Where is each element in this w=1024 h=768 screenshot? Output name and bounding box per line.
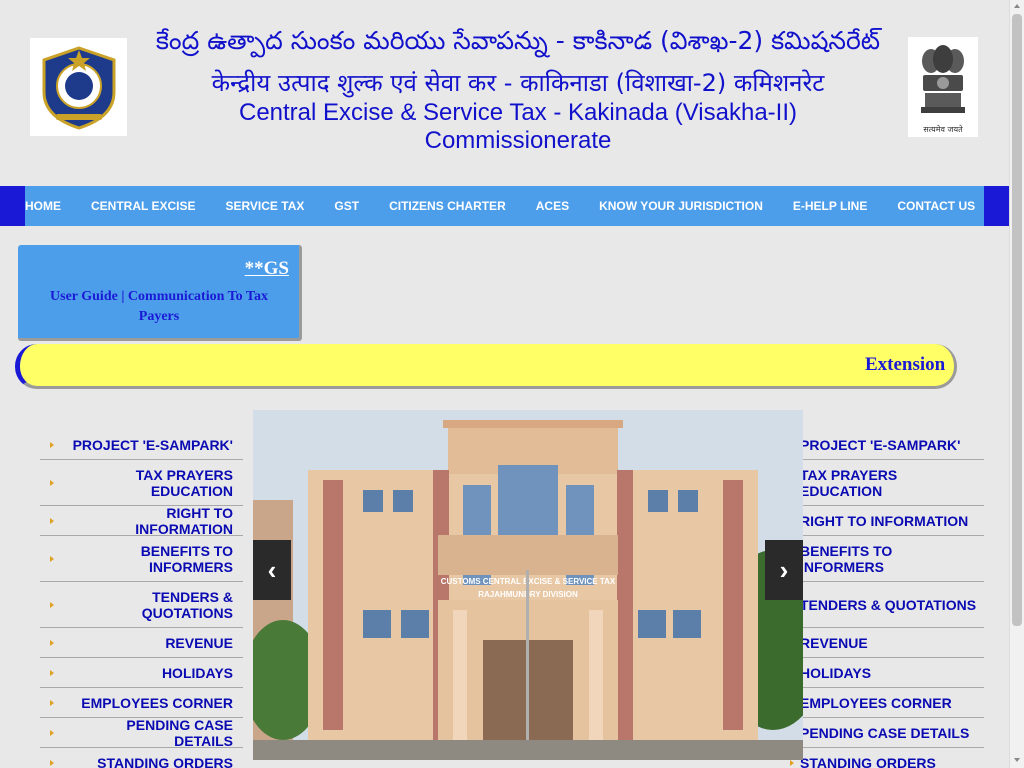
menu-right-item[interactable]: TAX PRAYERS EDUCATION [790, 460, 984, 506]
menu-item-label: TENDERS & QUOTATIONS [141, 588, 233, 621]
menu-right-item[interactable]: STANDING ORDERS [790, 748, 984, 768]
marquee-clip: Extension of [20, 344, 948, 386]
triangle-bullet-icon [50, 441, 54, 448]
nav-bar: HOME CENTRAL EXCISE SERVICE TAX GST CITI… [25, 186, 984, 226]
menu-right-item[interactable]: RIGHT TO INFORMATION [790, 506, 984, 536]
menu-item-label: RIGHT TO INFORMATION [135, 504, 233, 537]
nav-citizens-charter[interactable]: CITIZENS CHARTER [389, 199, 506, 213]
scrollbar-thumb[interactable] [1012, 14, 1022, 626]
user-guide-link[interactable]: User Guide [50, 289, 118, 304]
menu-right-item[interactable]: BENEFITS TO INFORMERS [790, 536, 984, 582]
menu-item-label: HOLIDAYS [800, 664, 872, 681]
menu-right-item[interactable]: PENDING CASE DETAILS [790, 718, 984, 748]
menu-left-item[interactable]: TENDERS & QUOTATIONS [40, 582, 243, 628]
chevron-right-icon: › [779, 554, 789, 585]
carousel-next-button[interactable]: › [765, 540, 803, 600]
menu-item-label: EMPLOYEES CORNER [800, 694, 952, 711]
triangle-bullet-icon [50, 639, 54, 646]
left-menu: PROJECT 'E-SAMPARK' TAX PRAYERS EDUCATIO… [40, 430, 243, 768]
link-separator: | [117, 289, 128, 304]
triangle-bullet-icon [50, 479, 54, 486]
site-header: కేంద్ర ఉత్పాద సుంకం మరియు సేవాపన్ను - కా… [0, 0, 1009, 186]
page-scrollbar[interactable] [1009, 0, 1024, 768]
gst-heading-link[interactable]: **GS [245, 258, 289, 280]
nav-e-help-line[interactable]: E-HELP LINE [793, 199, 867, 213]
menu-item-label: BENEFITS TO INFORMERS [800, 542, 893, 575]
menu-item-label: PENDING CASE DETAILS [800, 724, 970, 741]
nav-aces[interactable]: ACES [536, 199, 569, 213]
title-hindi: केन्द्रीय उत्पाद शुल्क एवं सेवा कर - काक… [211, 69, 825, 97]
communication-link[interactable]: Communication To Tax [128, 289, 268, 304]
news-marquee: Extension of [15, 344, 957, 389]
marquee-text[interactable]: Extension of [865, 354, 948, 376]
title-english-line1: Central Excise & Service Tax - Kakinada … [238, 99, 797, 126]
menu-item-label: HOLIDAYS [161, 664, 233, 681]
menu-item-label: RIGHT TO INFORMATION [800, 512, 969, 529]
menu-left-item[interactable]: HOLIDAYS [40, 658, 243, 688]
menu-left-item[interactable]: PENDING CASE DETAILS [40, 716, 243, 749]
triangle-bullet-icon [50, 729, 54, 736]
menu-item-label: TENDERS & QUOTATIONS [800, 596, 977, 613]
menu-right-item[interactable]: TENDERS & QUOTATIONS [790, 582, 984, 628]
scroll-down-arrow-icon[interactable] [1014, 758, 1020, 762]
triangle-bullet-icon [50, 669, 54, 676]
menu-item-label: EMPLOYEES CORNER [81, 694, 233, 711]
menu-item-label: STANDING ORDERS [97, 754, 233, 768]
nav-know-your-jurisdiction[interactable]: KNOW YOUR JURISDICTION [599, 199, 763, 213]
scroll-up-arrow-icon[interactable] [1014, 4, 1020, 8]
title-telugu: కేంద్ర ఉత్పాద సుంకం మరియు సేవాపన్ను - కా… [155, 26, 881, 55]
menu-item-label: PENDING CASE DETAILS [126, 716, 233, 749]
gst-info-box: **GS User Guide | Communication To Tax P… [18, 245, 302, 341]
office-building-photo: CUSTOMS CENTRAL EXCISE & SERVICE TAX RAJ… [253, 410, 803, 760]
triangle-bullet-icon [790, 759, 794, 766]
triangle-bullet-icon [50, 699, 54, 706]
main-nav: HOME CENTRAL EXCISE SERVICE TAX GST CITI… [0, 186, 1009, 226]
emblem-caption: सत्यमेव जयते [923, 125, 963, 134]
menu-right-item[interactable]: EMPLOYEES CORNER [790, 688, 984, 718]
national-emblem[interactable]: सत्यमेव जयते [908, 37, 978, 137]
title-english: Central Excise & Service Tax - Kakinada … [130, 99, 906, 155]
menu-item-label: BENEFITS TO INFORMERS [140, 542, 233, 575]
right-menu: PROJECT 'E-SAMPARK' TAX PRAYERS EDUCATIO… [790, 430, 984, 768]
nav-service-tax[interactable]: SERVICE TAX [225, 199, 304, 213]
menu-left-item[interactable]: EMPLOYEES CORNER [40, 688, 243, 718]
nav-gst[interactable]: GST [334, 199, 359, 213]
triangle-bullet-icon [50, 517, 54, 524]
menu-left-item[interactable]: PROJECT 'E-SAMPARK' [40, 430, 243, 460]
menu-item-label: PROJECT 'E-SAMPARK' [800, 436, 961, 453]
image-carousel[interactable]: CUSTOMS CENTRAL EXCISE & SERVICE TAX RAJ… [253, 410, 803, 760]
menu-left-item[interactable]: REVENUE [40, 628, 243, 658]
menu-left-item[interactable]: STANDING ORDERS [40, 748, 243, 768]
ashoka-emblem-icon [921, 45, 965, 113]
menu-item-label: TAX PRAYERS EDUCATION [135, 466, 233, 499]
triangle-bullet-icon [50, 759, 54, 766]
triangle-bullet-icon [50, 555, 54, 562]
nav-contact-us[interactable]: CONTACT US [897, 199, 975, 213]
carousel-prev-button[interactable]: ‹ [253, 540, 291, 600]
chevron-left-icon: ‹ [267, 554, 277, 585]
nav-central-excise[interactable]: CENTRAL EXCISE [91, 199, 195, 213]
menu-item-label: PROJECT 'E-SAMPARK' [72, 436, 233, 453]
menu-right-item[interactable]: REVENUE [790, 628, 984, 658]
menu-item-label: REVENUE [165, 634, 233, 651]
gst-links: User Guide | Communication To Tax Payers [28, 287, 290, 327]
cbec-logo[interactable] [30, 38, 127, 136]
menu-left-item[interactable]: RIGHT TO INFORMATION [40, 504, 243, 537]
menu-right-item[interactable]: PROJECT 'E-SAMPARK' [790, 430, 984, 460]
nav-home[interactable]: HOME [25, 199, 61, 213]
communication-link-line2[interactable]: Payers [139, 309, 179, 324]
menu-left-item[interactable]: BENEFITS TO INFORMERS [40, 536, 243, 582]
menu-right-item[interactable]: HOLIDAYS [790, 658, 984, 688]
menu-left-item[interactable]: TAX PRAYERS EDUCATION [40, 460, 243, 506]
title-english-line2: Commissionerate [424, 127, 612, 154]
menu-item-label: STANDING ORDERS [800, 754, 936, 768]
triangle-bullet-icon [50, 601, 54, 608]
menu-item-label: TAX PRAYERS EDUCATION [800, 466, 898, 499]
cbec-emblem-icon [42, 46, 115, 130]
menu-item-label: REVENUE [800, 634, 868, 651]
